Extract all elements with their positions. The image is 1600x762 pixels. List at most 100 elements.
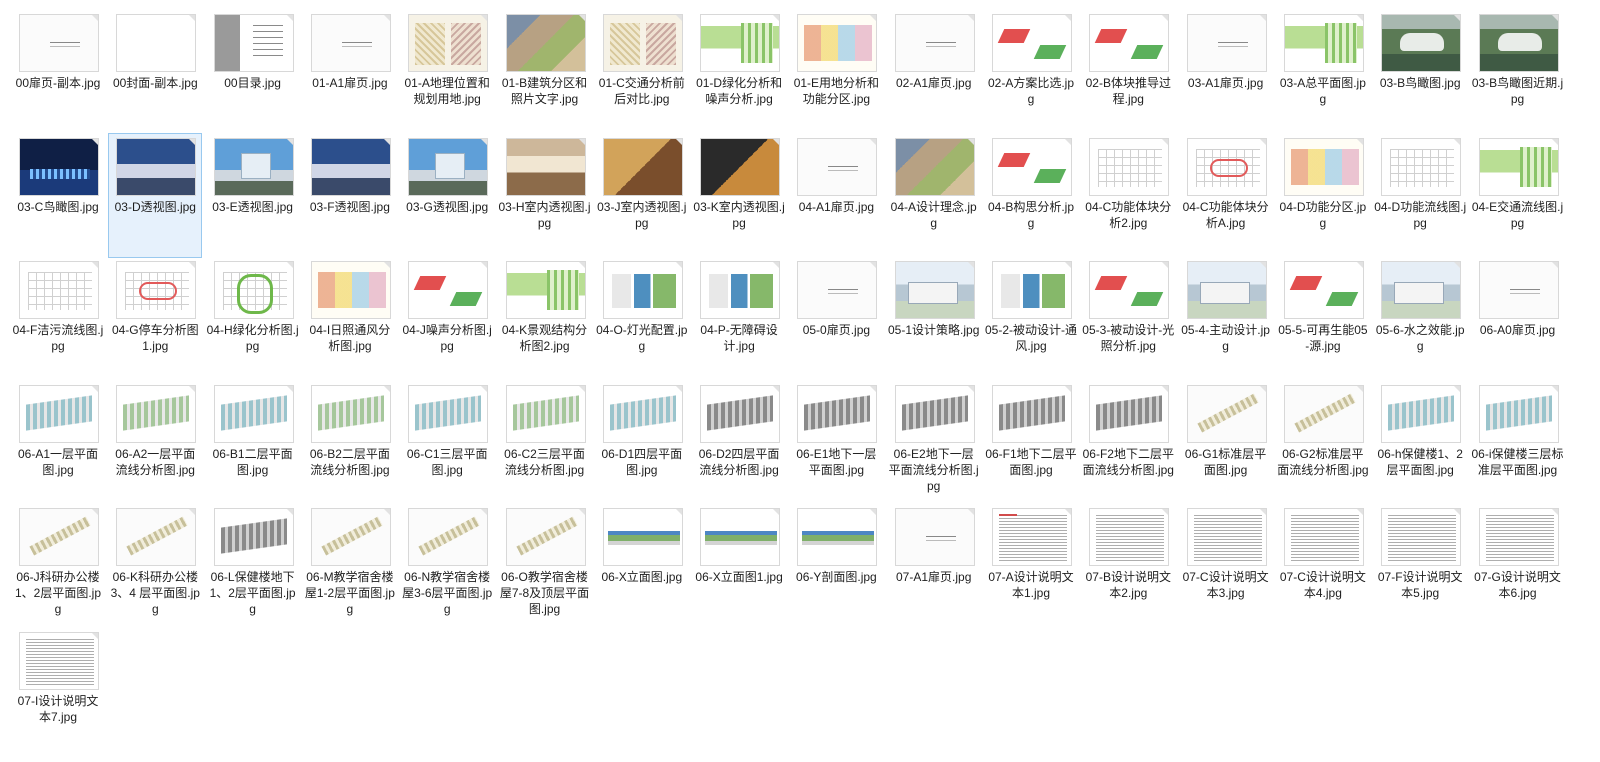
file-item[interactable]: 06-G2标准层平面流线分析图.jpg <box>1276 380 1370 505</box>
file-name-label: 06-G1标准层平面图.jpg <box>1184 446 1267 477</box>
file-item[interactable]: 03-C鸟瞰图.jpg <box>11 133 105 258</box>
file-item[interactable]: 05-1设计策略.jpg <box>887 256 981 381</box>
file-item[interactable]: 06-E1地下一层平面图.jpg <box>789 380 883 505</box>
file-item[interactable]: 03-E透视图.jpg <box>206 133 300 258</box>
thumbnail-corner <box>578 385 585 392</box>
file-item[interactable]: 07-A设计说明文本1.jpg <box>984 503 1078 628</box>
file-item[interactable]: 06-K科研办公楼3、4 层平面图.jpg <box>108 503 202 628</box>
file-item[interactable]: 03-A1扉页.jpg <box>1179 9 1273 134</box>
file-item[interactable]: 03-F透视图.jpg <box>303 133 397 258</box>
file-item[interactable]: 06-F2地下二层平面流线分析图.jpg <box>1081 380 1175 505</box>
file-item[interactable]: 07-C设计说明文本4.jpg <box>1276 503 1370 628</box>
file-item[interactable]: 03-K室内透视图.jpg <box>692 133 786 258</box>
file-item[interactable]: 06-A2一层平面流线分析图.jpg <box>108 380 202 505</box>
file-name-label: 04-O-灯光配置.jpg <box>596 323 688 353</box>
file-item[interactable]: 04-A1扉页.jpg <box>789 133 883 258</box>
file-item[interactable]: 06-i保健楼三层标准层平面图.jpg <box>1471 380 1565 505</box>
file-item[interactable]: 03-B鸟瞰图.jpg <box>1373 9 1467 134</box>
file-thumbnail <box>992 384 1072 443</box>
file-item[interactable]: 05-4-主动设计.jpg <box>1179 256 1273 381</box>
file-item[interactable]: 06-Y剖面图.jpg <box>789 503 883 628</box>
file-item[interactable]: 07-C设计说明文本3.jpg <box>1179 503 1273 628</box>
file-item[interactable]: 01-C交通分析前后对比.jpg <box>595 9 689 134</box>
thumbnail-corner <box>481 509 488 515</box>
thumbnail-corner <box>481 262 488 268</box>
file-item[interactable]: 05-3-被动设计-光照分析.jpg <box>1081 256 1175 381</box>
file-thumbnail <box>408 508 489 566</box>
file-item[interactable]: 06-B1二层平面图.jpg <box>206 380 300 505</box>
file-item[interactable]: 03-A总平面图.jpg <box>1276 9 1370 134</box>
file-item[interactable]: 07-G设计说明文本6.jpg <box>1471 503 1565 628</box>
file-item[interactable]: 02-A方案比选.jpg <box>984 9 1078 134</box>
thumbnail-corner <box>189 138 196 145</box>
file-item[interactable]: 04-J噪声分析图.jpg <box>400 256 494 381</box>
file-item[interactable]: 07-I设计说明文本7.jpg <box>11 627 105 752</box>
file-item[interactable]: 05-2-被动设计-通风.jpg <box>984 256 1078 381</box>
file-item[interactable]: 07-A1扉页.jpg <box>887 503 981 628</box>
file-item[interactable]: 03-J室内透视图.jpg <box>595 133 689 258</box>
file-item[interactable]: 03-B鸟瞰图近期.jpg <box>1471 9 1565 134</box>
file-item[interactable]: 04-B构思分析.jpg <box>984 133 1078 258</box>
file-item[interactable]: 04-C功能体块分析2.jpg <box>1081 133 1175 258</box>
file-item[interactable]: 06-N教学宿舍楼屋3-6层平面图.jpg <box>400 503 494 628</box>
thumbnail-corner <box>1551 15 1558 21</box>
file-name-label: 02-B体块推导过程.jpg <box>1085 76 1171 106</box>
file-item[interactable]: 02-B体块推导过程.jpg <box>1081 9 1175 134</box>
file-item[interactable]: 06-E2地下一层平面流线分析图.jpg <box>887 380 981 505</box>
file-item[interactable]: 04-C功能体块分析A.jpg <box>1179 133 1273 258</box>
file-item[interactable]: 03-D透视图.jpg <box>108 132 203 258</box>
file-item[interactable]: 06-A1一层平面图.jpg <box>11 380 105 505</box>
thumbnail-corner <box>1162 138 1169 145</box>
file-item[interactable]: 04-F洁污流线图.jpg <box>11 256 105 381</box>
thumbnail-corner <box>1259 385 1266 392</box>
thumbnail-corner <box>773 262 780 268</box>
file-item[interactable]: 01-A1扉页.jpg <box>303 9 397 134</box>
file-item[interactable]: 04-G停车分析图1.jpg <box>108 256 202 381</box>
file-item[interactable]: 04-A设计理念.jpg <box>887 133 981 258</box>
thumbnail-corner <box>286 509 293 515</box>
file-item[interactable]: 04-I日照通风分析图.jpg <box>303 256 397 381</box>
file-name-label: 04-D功能分区.jpg <box>1279 199 1367 230</box>
file-item[interactable]: 00目录.jpg <box>206 9 300 134</box>
file-item[interactable]: 06-M教学宿舍楼屋1-2层平面图.jpg <box>303 503 397 628</box>
file-item[interactable]: 06-C2三层平面流线分析图.jpg <box>498 380 592 505</box>
file-item[interactable]: 06-X立面图1.jpg <box>692 503 786 628</box>
file-item[interactable]: 04-O-灯光配置.jpg <box>595 256 689 381</box>
file-name-label: 07-G设计说明文本6.jpg <box>1474 570 1561 600</box>
file-item[interactable]: 06-h保健楼1、2层平面图.jpg <box>1373 380 1467 505</box>
file-item[interactable]: 06-O教学宿舍楼屋7-8及顶层平面图.jpg <box>498 503 592 628</box>
file-item[interactable]: 01-E用地分析和功能分区.jpg <box>789 9 883 134</box>
file-item[interactable]: 06-C1三层平面图.jpg <box>400 380 494 505</box>
file-item[interactable]: 01-A地理位置和规划用地.jpg <box>400 9 494 134</box>
file-name-label: 01-D绿化分析和噪声分析.jpg <box>696 76 783 106</box>
file-item[interactable]: 07-F设计说明文本5.jpg <box>1373 503 1467 628</box>
file-item[interactable]: 06-B2二层平面流线分析图.jpg <box>303 380 397 505</box>
file-item[interactable]: 07-B设计说明文本2.jpg <box>1081 503 1175 628</box>
file-item[interactable]: 06-G1标准层平面图.jpg <box>1179 380 1273 505</box>
file-item[interactable]: 06-L保健楼地下1、2层平面图.jpg <box>206 503 300 628</box>
file-item[interactable]: 05-6-水之效能.jpg <box>1373 256 1467 381</box>
file-item[interactable]: 03-H室内透视图.jpg <box>498 133 592 258</box>
file-item[interactable]: 00封面-副本.jpg <box>108 9 202 134</box>
file-item[interactable]: 06-A0扉页.jpg <box>1471 256 1565 381</box>
file-item[interactable]: 04-E交通流线图.jpg <box>1471 133 1565 258</box>
file-item[interactable]: 04-D功能分区.jpg <box>1276 133 1370 258</box>
file-item[interactable]: 02-A1扉页.jpg <box>887 9 981 134</box>
file-item[interactable]: 05-5-可再生能05-源.jpg <box>1276 256 1370 381</box>
file-item[interactable]: 06-D1四层平面图.jpg <box>595 380 689 505</box>
file-item[interactable]: 03-G透视图.jpg <box>400 133 494 258</box>
file-item[interactable]: 04-H绿化分析图.jpg <box>206 256 300 381</box>
file-item[interactable]: 06-X立面图.jpg <box>595 503 689 628</box>
file-item[interactable]: 01-B建筑分区和照片文字.jpg <box>498 9 592 134</box>
file-item[interactable]: 06-J科研办公楼1、2层平面图.jpg <box>11 503 105 628</box>
thumbnail-corner <box>675 138 682 145</box>
file-item[interactable]: 00扉页-副本.jpg <box>11 9 105 134</box>
file-item[interactable]: 04-P-无障碍设计.jpg <box>692 256 786 381</box>
file-item[interactable]: 04-D功能流线图.jpg <box>1373 133 1467 258</box>
file-thumbnail <box>310 137 391 196</box>
file-item[interactable]: 04-K景观结构分析图2.jpg <box>498 256 592 381</box>
file-item[interactable]: 05-0扉页.jpg <box>789 256 883 381</box>
file-item[interactable]: 01-D绿化分析和噪声分析.jpg <box>692 9 786 134</box>
file-item[interactable]: 06-F1地下二层平面图.jpg <box>984 380 1078 505</box>
file-item[interactable]: 06-D2四层平面流线分析图.jpg <box>692 380 786 505</box>
